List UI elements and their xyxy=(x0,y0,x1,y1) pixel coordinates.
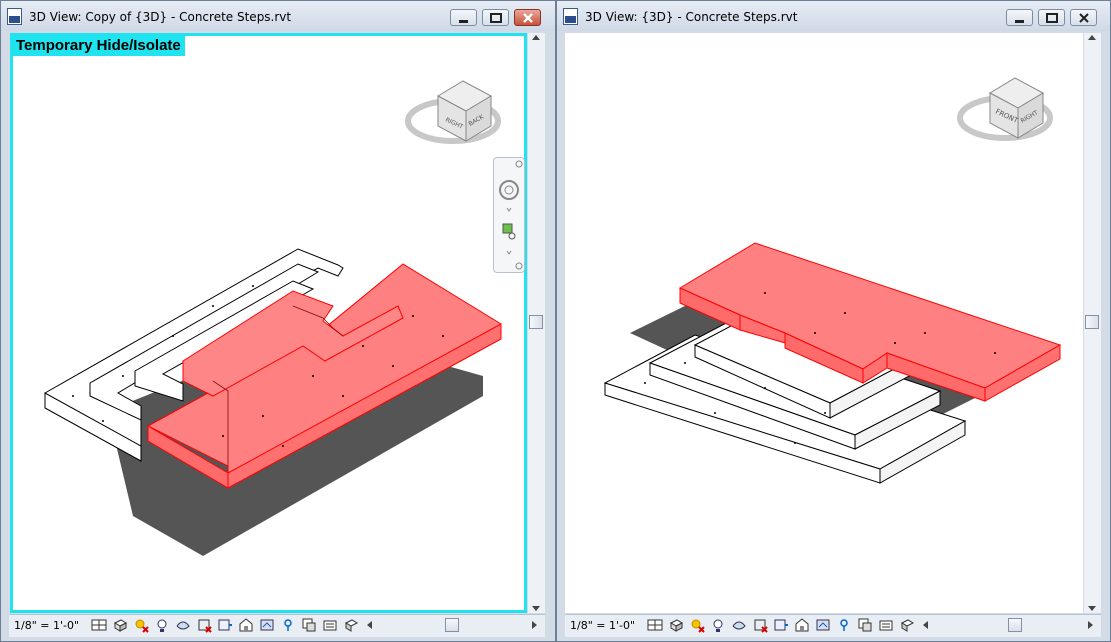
scroll-thumb[interactable] xyxy=(1085,315,1099,329)
analysis-icon[interactable] xyxy=(301,617,317,633)
right-window-title: 3D View: {3D} - Concrete Steps.rvt xyxy=(585,10,798,24)
maximize-button[interactable] xyxy=(482,9,509,26)
viewcube[interactable]: RIGHT BACK xyxy=(405,80,501,144)
temporary-hide-icon[interactable] xyxy=(259,617,275,633)
crop-view-icon[interactable] xyxy=(196,617,212,633)
sun-path-icon[interactable] xyxy=(133,617,149,633)
scroll-right-icon[interactable] xyxy=(532,621,537,629)
detail-level-icon[interactable] xyxy=(91,617,107,633)
left-view-control-bar: 1/8" = 1'-0" xyxy=(9,614,545,637)
minimize-icon xyxy=(459,20,468,23)
navigation-bar xyxy=(493,157,525,273)
show-crop-icon[interactable] xyxy=(773,617,789,633)
minimize-button[interactable] xyxy=(450,9,477,26)
right-3d-viewport[interactable]: FRONT RIGHT xyxy=(565,33,1083,613)
scroll-up-icon[interactable] xyxy=(1088,35,1096,40)
close-icon xyxy=(523,13,533,23)
left-title-bar[interactable]: 3D View: Copy of {3D} - Concrete Steps.r… xyxy=(1,1,555,31)
detail-level-icon[interactable] xyxy=(647,617,663,633)
scroll-down-icon[interactable] xyxy=(1088,606,1096,611)
shadows-icon[interactable] xyxy=(710,617,726,633)
horizontal-scroll-thumb[interactable] xyxy=(1008,618,1022,632)
left-horizontal-scrollbar[interactable] xyxy=(367,618,537,633)
shadows-icon[interactable] xyxy=(154,617,170,633)
maximize-button[interactable] xyxy=(1038,9,1065,26)
restore-icon xyxy=(490,13,502,23)
displacement-icon[interactable] xyxy=(899,617,915,633)
lock-view-icon[interactable] xyxy=(794,617,810,633)
analysis-icon[interactable] xyxy=(857,617,873,633)
show-crop-icon[interactable] xyxy=(217,617,233,633)
revit-file-icon xyxy=(7,8,22,25)
minimize-icon xyxy=(1015,20,1024,23)
scroll-left-icon[interactable] xyxy=(923,621,928,629)
left-model-drawing: RIGHT BACK xyxy=(44,80,502,556)
viewcube[interactable]: FRONT RIGHT xyxy=(957,77,1053,141)
view-scale[interactable]: 1/8" = 1'-0" xyxy=(570,619,635,632)
view-scale[interactable]: 1/8" = 1'-0" xyxy=(14,619,79,632)
revit-file-icon xyxy=(563,8,578,25)
right-title-bar[interactable]: 3D View: {3D} - Concrete Steps.rvt xyxy=(557,1,1110,31)
right-view-window: 3D View: {3D} - Concrete Steps.rvt FRONT… xyxy=(556,0,1111,642)
left-3d-viewport[interactable]: RIGHT BACK Temporary Hide/Isolate xyxy=(10,33,527,613)
highlight-icon[interactable] xyxy=(878,617,894,633)
temporary-hide-icon[interactable] xyxy=(815,617,831,633)
scroll-right-icon[interactable] xyxy=(1088,621,1093,629)
scroll-up-icon[interactable] xyxy=(532,35,540,40)
lock-view-icon[interactable] xyxy=(238,617,254,633)
close-button[interactable] xyxy=(514,9,541,26)
visual-style-icon[interactable] xyxy=(668,617,684,633)
minimize-button[interactable] xyxy=(1006,9,1033,26)
right-vertical-scrollbar[interactable] xyxy=(1084,33,1101,613)
scroll-down-icon[interactable] xyxy=(532,606,540,611)
navigation-bar-icons xyxy=(499,160,523,270)
restore-icon xyxy=(1046,13,1058,23)
temporary-hide-isolate-banner: Temporary Hide/Isolate xyxy=(13,36,185,56)
highlight-icon[interactable] xyxy=(322,617,338,633)
render-icon[interactable] xyxy=(175,617,191,633)
scroll-left-icon[interactable] xyxy=(367,621,372,629)
left-view-window: 3D View: Copy of {3D} - Concrete Steps.r… xyxy=(0,0,556,642)
reveal-hidden-icon[interactable] xyxy=(836,617,852,633)
horizontal-scroll-thumb[interactable] xyxy=(445,618,459,632)
render-icon[interactable] xyxy=(731,617,747,633)
left-vertical-scrollbar[interactable] xyxy=(528,33,545,613)
crop-view-icon[interactable] xyxy=(752,617,768,633)
visual-style-icon[interactable] xyxy=(112,617,128,633)
displacement-icon[interactable] xyxy=(343,617,359,633)
scroll-thumb[interactable] xyxy=(529,315,543,329)
close-icon xyxy=(1079,13,1089,23)
right-horizontal-scrollbar[interactable] xyxy=(923,618,1093,633)
reveal-hidden-icon[interactable] xyxy=(280,617,296,633)
left-window-title: 3D View: Copy of {3D} - Concrete Steps.r… xyxy=(29,10,292,24)
close-button[interactable] xyxy=(1070,9,1097,26)
sun-path-icon[interactable] xyxy=(689,617,705,633)
right-model-drawing: FRONT RIGHT xyxy=(603,77,1062,484)
right-view-control-bar: 1/8" = 1'-0" xyxy=(565,614,1101,637)
